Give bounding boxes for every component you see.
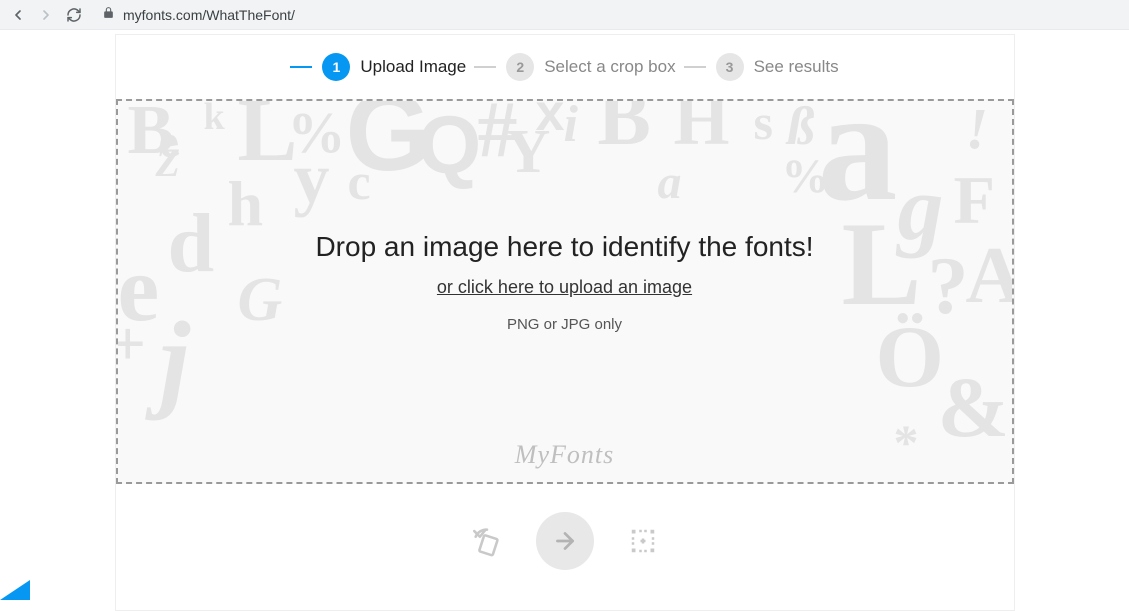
step-number-badge: 2: [506, 53, 534, 81]
step-number-badge: 3: [716, 53, 744, 81]
browser-toolbar: myfonts.com/WhatTheFont/: [0, 0, 1129, 30]
dropzone-content: Drop an image here to identify the fonts…: [118, 101, 1012, 482]
main-panel: 1 Upload Image 2 Select a crop box 3 See…: [115, 34, 1015, 611]
reload-button[interactable]: [66, 7, 82, 23]
step-connector: [684, 66, 706, 68]
step-label: Select a crop box: [544, 57, 675, 77]
lock-icon: [102, 6, 115, 24]
step-3[interactable]: 3 See results: [684, 53, 839, 81]
dropzone-subtext: PNG or JPG only: [507, 316, 622, 333]
back-button[interactable]: [10, 7, 26, 23]
bottom-toolbar: [116, 484, 1014, 610]
address-bar[interactable]: myfonts.com/WhatTheFont/: [102, 6, 295, 24]
step-label: See results: [754, 57, 839, 77]
step-wizard: 1 Upload Image 2 Select a crop box 3 See…: [116, 35, 1014, 99]
url-text: myfonts.com/WhatTheFont/: [123, 7, 295, 23]
step-number-badge: 1: [322, 53, 350, 81]
upload-dropzone[interactable]: B e Z k L % G Q # x i B H s ß % a g F !: [116, 99, 1014, 484]
forward-button[interactable]: [38, 7, 54, 23]
step-connector: [474, 66, 496, 68]
step-1[interactable]: 1 Upload Image: [290, 53, 466, 81]
upload-link[interactable]: or click here to upload an image: [437, 277, 692, 298]
step-2[interactable]: 2 Select a crop box: [474, 53, 675, 81]
crop-icon[interactable]: [622, 520, 664, 562]
step-connector: [290, 66, 312, 68]
brand-logo: MyFonts: [515, 440, 614, 470]
next-button[interactable]: [536, 512, 594, 570]
step-label: Upload Image: [360, 57, 466, 77]
dropzone-title: Drop an image here to identify the fonts…: [315, 231, 813, 263]
rotate-icon[interactable]: [466, 520, 508, 562]
corner-accent: [0, 580, 30, 600]
